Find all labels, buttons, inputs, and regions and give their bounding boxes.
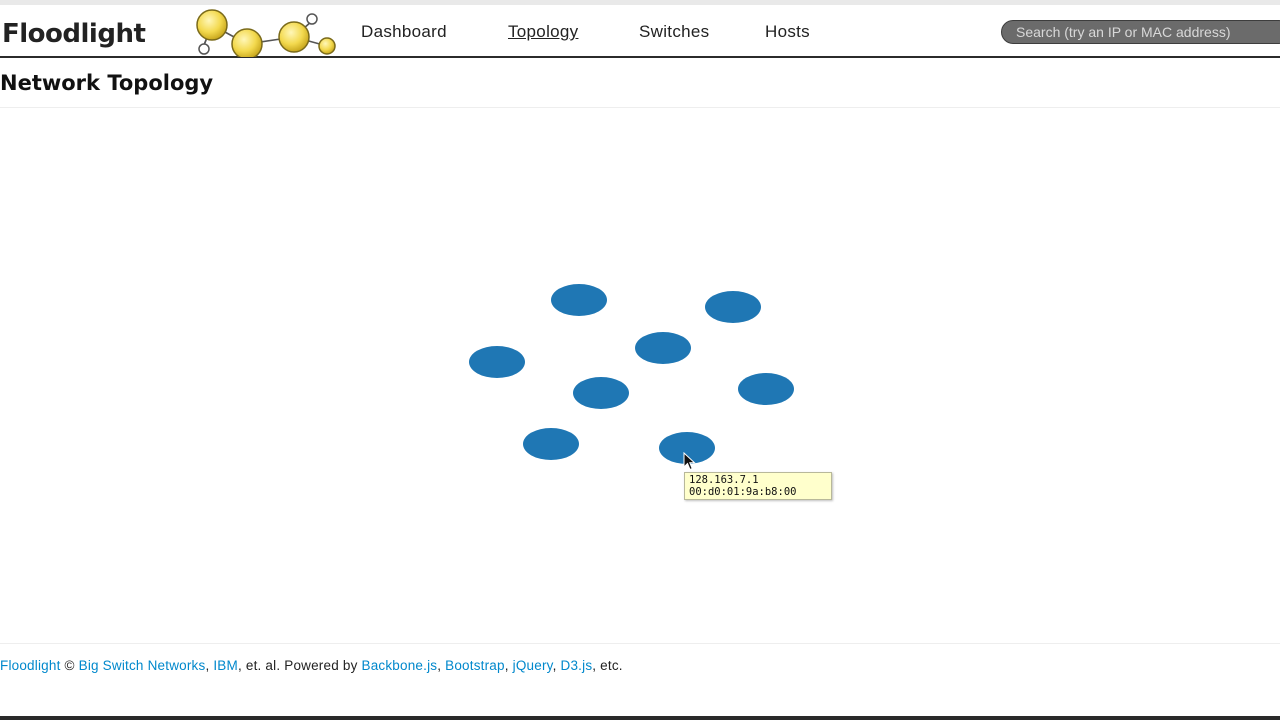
floodlight-logo-icon xyxy=(196,9,336,57)
nav-hosts-link[interactable]: Hosts xyxy=(765,22,810,42)
nav-topology-link[interactable]: Topology xyxy=(508,22,578,42)
topology-node[interactable] xyxy=(738,373,794,405)
nav-switches-link[interactable]: Switches xyxy=(639,22,709,42)
window-bottom-edge xyxy=(0,716,1280,720)
footer-text: © xyxy=(60,658,79,673)
navbar: Floodlight Dashboard Topology Switches H… xyxy=(0,5,1280,58)
footer-ibm-link[interactable]: IBM xyxy=(213,658,238,673)
footer-d3-link[interactable]: D3.js xyxy=(561,658,593,673)
topology-node[interactable] xyxy=(705,291,761,323)
mouse-cursor-icon xyxy=(683,452,696,471)
footer-text: , xyxy=(437,658,446,673)
footer: Floodlight © Big Switch Networks, IBM, e… xyxy=(0,658,623,673)
tooltip-ip: 128.163.7.1 xyxy=(689,474,759,486)
topology-node[interactable] xyxy=(469,346,525,378)
footer-floodlight-link[interactable]: Floodlight xyxy=(0,658,61,673)
topology-node[interactable] xyxy=(523,428,579,460)
topology-node[interactable] xyxy=(551,284,607,316)
brand-name[interactable]: Floodlight xyxy=(2,19,146,49)
page-title: Network Topology xyxy=(0,71,214,95)
footer-text: , et. al. Powered by xyxy=(237,658,362,673)
footer-divider xyxy=(0,643,1280,644)
footer-bootstrap-link[interactable]: Bootstrap xyxy=(445,658,505,673)
footer-backbone-link[interactable]: Backbone.js xyxy=(361,658,437,673)
tooltip-mac: 00:d0:01:9a:b8:00 xyxy=(689,485,797,498)
footer-text: , etc. xyxy=(592,658,623,673)
topology-node[interactable] xyxy=(573,377,629,409)
footer-jquery-link[interactable]: jQuery xyxy=(513,658,553,673)
node-tooltip: 128.163.7.1 00:d0:01:9a:b8:00 xyxy=(684,472,832,500)
footer-text: , xyxy=(552,658,561,673)
topology-node[interactable] xyxy=(635,332,691,364)
nav-dashboard-link[interactable]: Dashboard xyxy=(361,22,447,42)
footer-text: , xyxy=(504,658,513,673)
search-input[interactable] xyxy=(1001,20,1280,44)
footer-bsn-link[interactable]: Big Switch Networks xyxy=(79,658,206,673)
topology-graph[interactable] xyxy=(0,108,1280,638)
